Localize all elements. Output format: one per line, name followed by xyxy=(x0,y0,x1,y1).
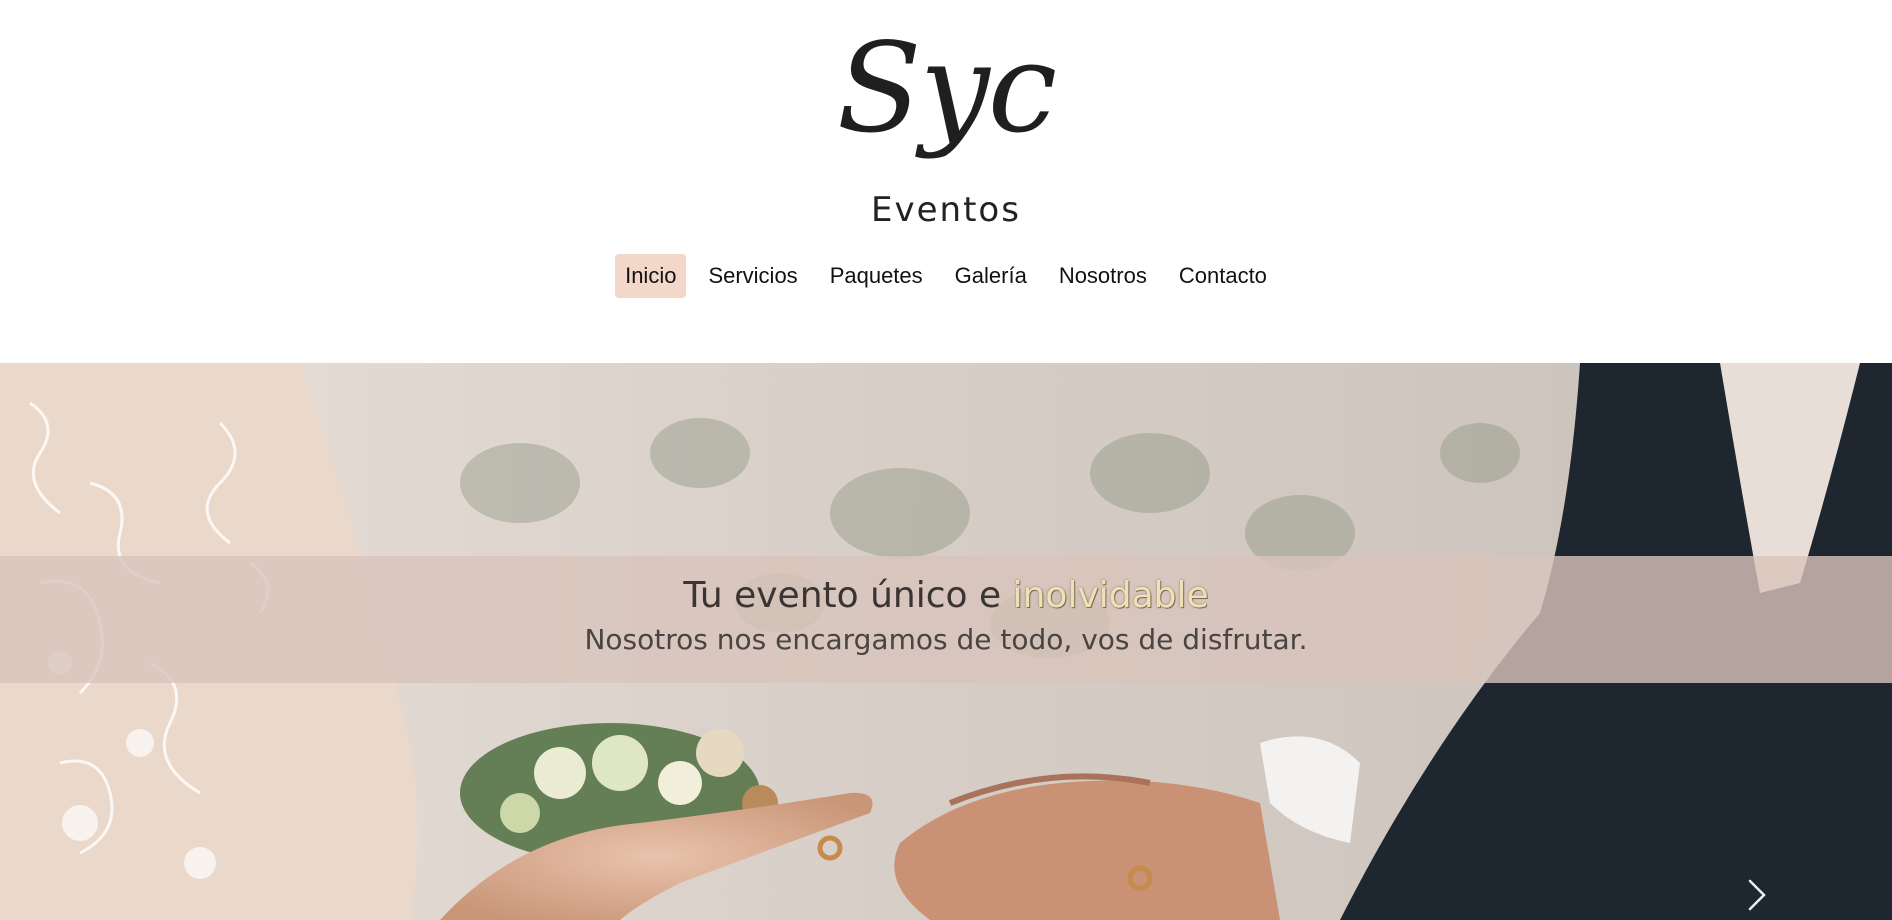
hero-carousel: Tu evento único e inolvidable Nosotros n… xyxy=(0,363,1892,920)
nav-item-inicio[interactable]: Inicio xyxy=(615,254,687,298)
hero-subtitle: Nosotros nos encargamos de todo, vos de … xyxy=(584,623,1308,656)
nav-item-galeria[interactable]: Galería xyxy=(945,254,1037,298)
logo-subtitle: Eventos xyxy=(871,190,1021,230)
chevron-right-icon xyxy=(1748,879,1766,911)
nav-item-servicios[interactable]: Servicios xyxy=(698,254,807,298)
carousel-next-button[interactable] xyxy=(1744,875,1772,915)
logo-script: Syc xyxy=(836,17,1057,161)
nav-item-contacto[interactable]: Contacto xyxy=(1169,254,1277,298)
site-header: Syc Eventos Inicio Servicios Paquetes Ga… xyxy=(0,0,1892,363)
brand-logo[interactable]: Syc Eventos xyxy=(0,0,1892,240)
hero-title-prefix: Tu evento único e xyxy=(683,575,1002,616)
nav-item-nosotros[interactable]: Nosotros xyxy=(1049,254,1157,298)
main-nav: Inicio Servicios Paquetes Galería Nosotr… xyxy=(0,254,1892,298)
hero-title-highlight: inolvidable xyxy=(1012,575,1209,616)
nav-item-paquetes[interactable]: Paquetes xyxy=(820,254,933,298)
hero-title: Tu evento único e inolvidable xyxy=(0,574,1892,618)
hero-banner: Tu evento único e inolvidable Nosotros n… xyxy=(0,556,1892,683)
